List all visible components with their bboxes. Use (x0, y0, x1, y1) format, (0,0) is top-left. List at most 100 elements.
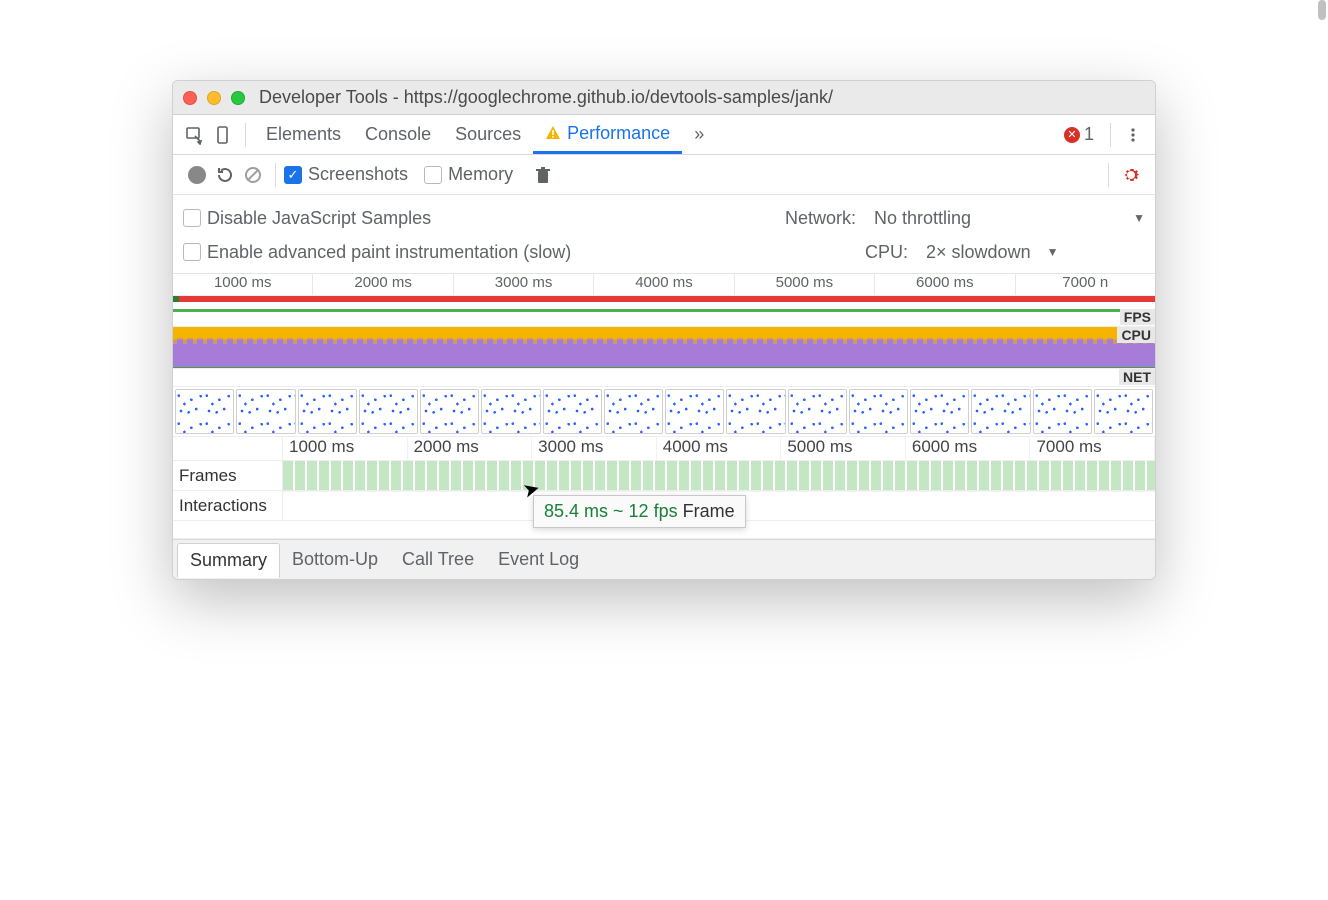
chevron-down-icon: ▼ (1047, 245, 1059, 259)
memory-label: Memory (448, 164, 513, 185)
ruler-tick: 7000 n (1015, 274, 1155, 295)
overview-ruler[interactable]: 1000 ms 2000 ms 3000 ms 4000 ms 5000 ms … (173, 274, 1155, 296)
zoom-window-button[interactable] (231, 91, 245, 105)
screenshot-thumb[interactable] (1033, 389, 1092, 434)
disable-js-samples-checkbox[interactable]: Disable JavaScript Samples (183, 208, 431, 229)
cpu-throttling-select[interactable]: CPU: 2× slowdown ▼ (865, 242, 1145, 263)
error-count-badge[interactable]: ✕ 1 (1064, 124, 1094, 145)
screenshot-thumb[interactable] (788, 389, 847, 434)
cpu-lane: CPU (173, 327, 1155, 369)
tabs-overflow-button[interactable]: » (682, 115, 716, 154)
memory-checkbox[interactable]: Memory (424, 164, 513, 185)
ruler-tick: 4000 ms (657, 437, 782, 460)
tab-performance-label: Performance (567, 123, 670, 144)
ruler-tick: 6000 ms (906, 437, 1031, 460)
ruler-tick: 6000 ms (874, 274, 1014, 295)
ruler-tick: 2000 ms (312, 274, 452, 295)
garbage-collect-icon[interactable] (529, 161, 557, 189)
inspect-element-icon[interactable] (181, 121, 209, 149)
chevron-down-icon: ▼ (1133, 211, 1145, 225)
overview-pane[interactable]: FPS CPU NET (173, 296, 1155, 387)
reload-button[interactable] (211, 161, 239, 189)
tab-sources[interactable]: Sources (443, 115, 533, 154)
network-value: No throttling (874, 208, 971, 229)
cpu-lane-label: CPU (1117, 327, 1155, 343)
screenshot-thumb[interactable] (420, 389, 479, 434)
kebab-menu-icon[interactable] (1119, 121, 1147, 149)
ruler-tick: 1000 ms (283, 437, 408, 460)
titlebar: Developer Tools - https://googlechrome.g… (173, 81, 1155, 115)
screenshot-thumb[interactable] (971, 389, 1030, 434)
screenshot-thumb[interactable] (236, 389, 295, 434)
divider (1110, 123, 1111, 147)
net-lane-label: NET (1119, 369, 1155, 385)
ruler-tick: 7000 ms (1030, 437, 1155, 460)
screenshot-thumb[interactable] (298, 389, 357, 434)
screenshot-thumb[interactable] (910, 389, 969, 434)
fps-lane: FPS (173, 309, 1155, 327)
divider (275, 163, 276, 187)
divider (1108, 163, 1109, 187)
ruler-tick: 3000 ms (453, 274, 593, 295)
tab-bottom-up[interactable]: Bottom-Up (280, 543, 390, 576)
screenshot-thumb[interactable] (175, 389, 234, 434)
screenshot-filmstrip[interactable] (173, 387, 1155, 437)
disable-js-samples-label: Disable JavaScript Samples (207, 208, 431, 229)
clear-button[interactable] (239, 161, 267, 189)
tab-event-log[interactable]: Event Log (486, 543, 591, 576)
cpu-value: 2× slowdown (926, 242, 1031, 263)
capture-settings-icon[interactable] (1117, 161, 1145, 189)
flamechart-ruler[interactable]: 1000 ms 2000 ms 3000 ms 4000 ms 5000 ms … (173, 437, 1155, 461)
ruler-tick: 4000 ms (593, 274, 733, 295)
screenshot-thumb[interactable] (1094, 389, 1153, 434)
device-toolbar-icon[interactable] (209, 121, 237, 149)
devtools-window: Developer Tools - https://googlechrome.g… (172, 80, 1156, 580)
net-lane: NET (173, 369, 1155, 387)
cpu-label: CPU: (865, 242, 908, 263)
screenshot-thumb[interactable] (543, 389, 602, 434)
checkbox-icon (183, 243, 201, 261)
checkbox-icon (183, 209, 201, 227)
error-count: 1 (1084, 124, 1094, 145)
ruler-tick: 3000 ms (532, 437, 657, 460)
tab-call-tree[interactable]: Call Tree (390, 543, 486, 576)
traffic-lights (183, 91, 245, 105)
divider (245, 123, 246, 147)
network-throttling-select[interactable]: Network: No throttling ▼ (785, 208, 1145, 229)
record-button[interactable] (183, 161, 211, 189)
minimize-window-button[interactable] (207, 91, 221, 105)
ruler-tick: 1000 ms (173, 274, 312, 295)
paint-instrumentation-label: Enable advanced paint instrumentation (s… (207, 242, 571, 263)
tab-performance[interactable]: Performance (533, 115, 682, 154)
tooltip-suffix: Frame (683, 501, 735, 521)
warning-icon (545, 125, 561, 141)
interactions-track-label: Interactions (173, 491, 283, 520)
screenshots-checkbox[interactable]: Screenshots (284, 164, 408, 185)
paint-instrumentation-checkbox[interactable]: Enable advanced paint instrumentation (s… (183, 242, 571, 263)
tab-summary[interactable]: Summary (177, 543, 280, 578)
screenshot-thumb[interactable] (604, 389, 663, 434)
long-task-bar (173, 296, 1155, 302)
close-window-button[interactable] (183, 91, 197, 105)
window-title: Developer Tools - https://googlechrome.g… (259, 87, 833, 108)
checkbox-icon (284, 166, 302, 184)
fps-lane-label: FPS (1120, 309, 1155, 325)
screenshot-thumb[interactable] (481, 389, 540, 434)
frames-track-body[interactable]: ➤ 85.4 ms ~ 12 fps Frame (283, 461, 1155, 490)
error-icon: ✕ (1064, 127, 1080, 143)
tab-console[interactable]: Console (353, 115, 443, 154)
ruler-tick: 5000 ms (734, 274, 874, 295)
network-label: Network: (785, 208, 856, 229)
screenshot-thumb[interactable] (726, 389, 785, 434)
ruler-tick: 5000 ms (781, 437, 906, 460)
screenshot-thumb[interactable] (359, 389, 418, 434)
tooltip-timing: 85.4 ms ~ 12 fps (544, 501, 678, 521)
frames-track-label: Frames (173, 461, 283, 490)
ruler-tick: 2000 ms (408, 437, 533, 460)
tab-elements[interactable]: Elements (254, 115, 353, 154)
screenshot-thumb[interactable] (665, 389, 724, 434)
performance-toolbar: Screenshots Memory (173, 155, 1155, 195)
frames-track[interactable]: Frames ➤ 85.4 ms ~ 12 fps Frame (173, 461, 1155, 491)
screenshot-thumb[interactable] (849, 389, 908, 434)
frame-tooltip: 85.4 ms ~ 12 fps Frame (533, 495, 746, 528)
